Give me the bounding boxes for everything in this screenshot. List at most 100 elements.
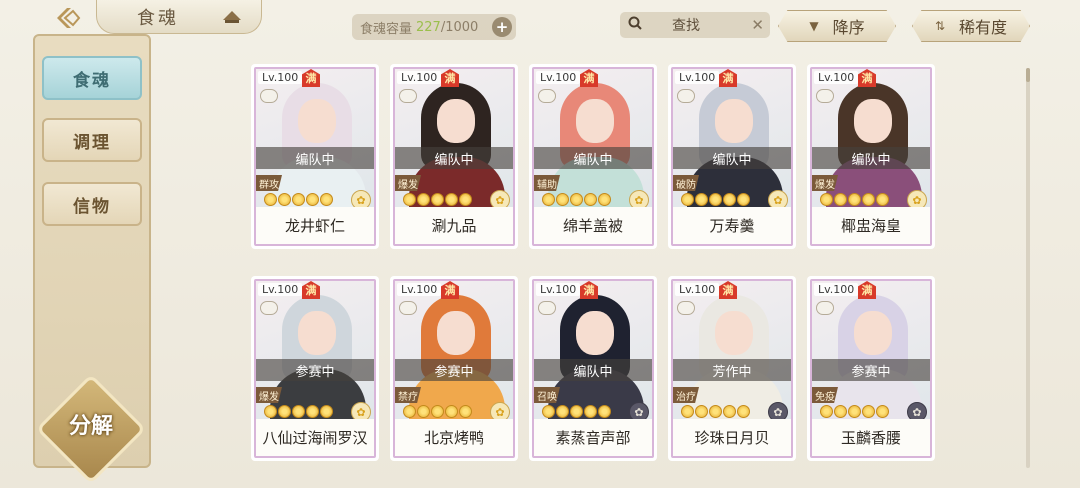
star-icon [723, 405, 736, 418]
star-icon [292, 405, 305, 418]
sidebar-item-label: 信物 [73, 196, 111, 217]
star-icon [403, 405, 416, 418]
star-icon [264, 405, 277, 418]
level-label: Lv.100 [675, 71, 720, 84]
role-tag: 免疫 [812, 387, 838, 403]
speech-bubble-icon [538, 301, 556, 315]
star-icon [584, 193, 597, 206]
star-icon [709, 193, 722, 206]
role-tag: 治疗 [673, 387, 699, 403]
add-capacity-button[interactable]: + [492, 17, 512, 37]
star-icon [556, 193, 569, 206]
star-rating [403, 193, 472, 206]
card-name: 椰盅海皇 [812, 207, 930, 244]
sort-down-icon: ▼ [809, 19, 819, 33]
star-icon [709, 405, 722, 418]
speech-bubble-icon [399, 89, 417, 103]
star-rating [264, 405, 333, 418]
food-soul-card[interactable]: Lv.100 满参赛中 免疫 ✿ 玉麟香腰 [807, 276, 935, 461]
status-label: 编队中 [812, 147, 930, 169]
sidebar-item-token[interactable]: 信物 [42, 182, 142, 226]
food-soul-card[interactable]: Lv.100 满编队中 爆发 ✿ 椰盅海皇 [807, 64, 935, 249]
star-icon [542, 193, 555, 206]
level-label: Lv.100 [536, 71, 581, 84]
status-label: 编队中 [534, 147, 652, 169]
star-icon [681, 405, 694, 418]
search-icon [628, 16, 642, 34]
star-rating [542, 405, 611, 418]
status-label: 参赛中 [395, 359, 513, 381]
card-name: 绵羊盖被 [534, 207, 652, 244]
capacity-max: /1000 [440, 19, 479, 35]
capacity-label: 食魂容量 [360, 21, 413, 37]
food-soul-card[interactable]: Lv.100 满芳作中 治疗 ✿ 珍珠日月贝 [668, 276, 796, 461]
role-tag: 爆发 [395, 175, 421, 191]
star-icon [264, 193, 277, 206]
character-face [576, 311, 614, 355]
star-icon [848, 405, 861, 418]
speech-bubble-icon [538, 89, 556, 103]
sidebar-item-conditioning[interactable]: 调理 [42, 118, 142, 162]
food-soul-card[interactable]: Lv.100 满编队中 召唤 ✿ 素蒸音声部 [529, 276, 657, 461]
search-label: 查找 [672, 18, 700, 34]
sidebar-item-food-soul[interactable]: 食魂 [42, 56, 142, 100]
star-icon [723, 193, 736, 206]
star-icon [598, 405, 611, 418]
sort-toggle-icon: ⇅ [934, 19, 946, 33]
star-icon [862, 405, 875, 418]
search-field[interactable]: 查找 ✕ [620, 12, 770, 38]
sort-order-button[interactable]: ▼ 降序 [778, 10, 896, 42]
back-button[interactable] [50, 4, 86, 32]
star-rating [542, 193, 611, 206]
star-icon [306, 405, 319, 418]
back-arrow-icon [57, 8, 81, 28]
speech-bubble-icon [677, 301, 695, 315]
food-soul-card[interactable]: Lv.100 满编队中 辅助 ✿ 绵羊盖被 [529, 64, 657, 249]
card-frame: Lv.100 满编队中 群攻 ✿ 龙井虾仁 [254, 67, 376, 246]
clear-search-icon[interactable]: ✕ [751, 16, 764, 34]
scroll-thumb[interactable] [1026, 68, 1030, 82]
card-name: 珍珠日月贝 [673, 419, 791, 456]
star-icon [278, 405, 291, 418]
food-soul-card[interactable]: Lv.100 满编队中 群攻 ✿ 龙井虾仁 [251, 64, 379, 249]
card-frame: Lv.100 满编队中 爆发 ✿ 椰盅海皇 [810, 67, 932, 246]
level-label: Lv.100 [258, 71, 303, 84]
food-soul-card[interactable]: Lv.100 满编队中 爆发 ✿ 涮九品 [390, 64, 518, 249]
card-name: 八仙过海闹罗汉 [256, 419, 374, 456]
character-face [298, 311, 336, 355]
scrollbar[interactable] [1026, 68, 1030, 468]
food-soul-card[interactable]: Lv.100 满参赛中 爆发 ✿ 八仙过海闹罗汉 [251, 276, 379, 461]
star-icon [695, 193, 708, 206]
level-label: Lv.100 [814, 71, 859, 84]
star-icon [417, 193, 430, 206]
sidebar-item-label: 调理 [73, 132, 111, 153]
star-icon [737, 405, 750, 418]
level-label: Lv.100 [536, 283, 581, 296]
capacity-display: 食魂容量 227 /1000 + [352, 14, 516, 40]
character-face [576, 99, 614, 143]
card-name: 素蒸音声部 [534, 419, 652, 456]
star-icon [834, 193, 847, 206]
character-face [437, 99, 475, 143]
role-tag: 禁疗 [395, 387, 421, 403]
sort-rarity-button[interactable]: ⇅ 稀有度 [912, 10, 1030, 42]
character-face [715, 99, 753, 143]
star-icon [542, 405, 555, 418]
star-icon [695, 405, 708, 418]
food-soul-card[interactable]: Lv.100 满编队中 破防 ✿ 万寿羹 [668, 64, 796, 249]
star-icon [403, 193, 416, 206]
food-soul-card[interactable]: Lv.100 满参赛中 禁疗 ✿ 北京烤鸭 [390, 276, 518, 461]
character-face [854, 99, 892, 143]
star-icon [459, 193, 472, 206]
star-rating [820, 405, 889, 418]
status-label: 编队中 [673, 147, 791, 169]
star-rating [681, 193, 750, 206]
star-icon [820, 193, 833, 206]
page-title-tab: 食魂 [96, 0, 262, 34]
hat-icon [221, 8, 243, 29]
card-frame: Lv.100 满编队中 爆发 ✿ 涮九品 [393, 67, 515, 246]
page-title: 食魂 [137, 7, 179, 29]
capacity-current: 227 [416, 19, 441, 35]
decompose-label[interactable]: 分解 [52, 408, 130, 440]
level-label: Lv.100 [258, 283, 303, 296]
